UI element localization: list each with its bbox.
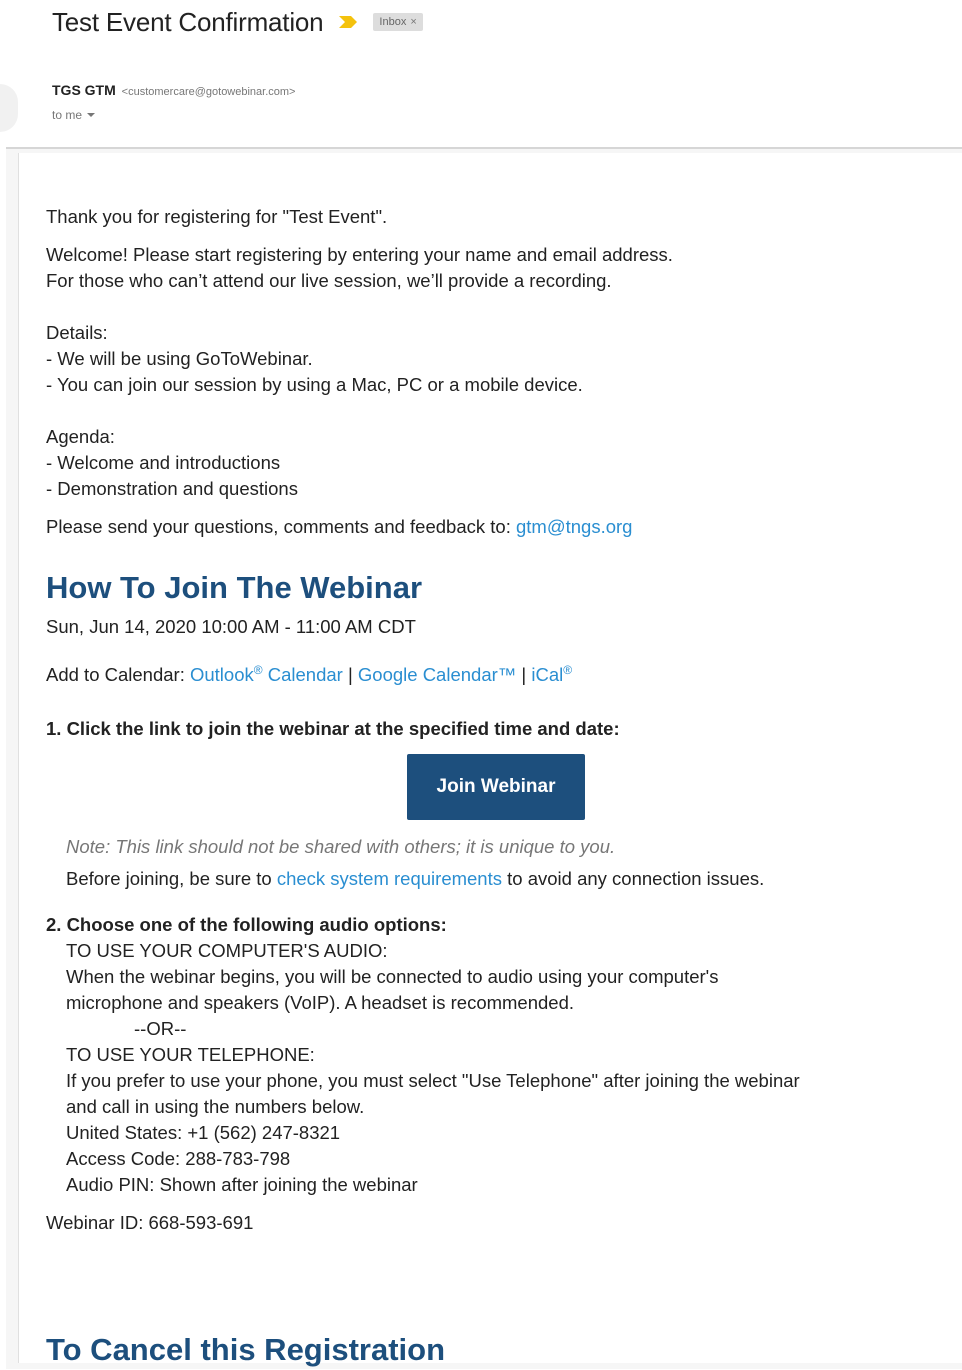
remove-label-icon[interactable]: × — [410, 16, 416, 28]
join-heading: How To Join The Webinar — [46, 570, 423, 605]
welcome-line-1: Welcome! Please start registering by ent… — [46, 244, 673, 265]
email-subject: Test Event Confirmation — [52, 6, 324, 37]
outlook-calendar-link[interactable]: Outlook® Calendar — [190, 664, 343, 685]
computer-audio-line-1: When the webinar begins, you will be con… — [66, 966, 719, 987]
audio-pin: Audio PIN: Shown after joining the webin… — [66, 1174, 418, 1195]
us-phone-number: United States: +1 (562) 247-8321 — [66, 1122, 341, 1143]
ical-link[interactable]: iCal® — [531, 664, 572, 685]
telephone-title: TO USE YOUR TELEPHONE: — [66, 1044, 315, 1065]
sender-avatar — [0, 84, 18, 132]
agenda-title: Agenda: — [46, 426, 115, 447]
sender-name: TGS GTM — [52, 82, 116, 98]
step-1-text: 1. Click the link to join the webinar at… — [46, 718, 620, 739]
feedback-text: Please send your questions, comments and… — [46, 516, 516, 537]
access-code: Access Code: 288-783-798 — [66, 1148, 291, 1169]
important-marker-icon[interactable] — [337, 14, 359, 30]
sender-email: <customercare@gotowebinar.com> — [121, 86, 296, 98]
message-body: Thank you for registering for "Test Even… — [46, 204, 946, 1236]
webinar-id: Webinar ID: 668-593-691 — [46, 1212, 254, 1233]
step-2-text: 2. Choose one of the following audio opt… — [46, 914, 447, 935]
calendar-separator: | — [342, 664, 358, 685]
email-header: Test Event Confirmation Inbox × — [52, 4, 423, 40]
thanks-text: Thank you for registering for "Test Even… — [46, 206, 388, 227]
join-webinar-button[interactable]: Join Webinar — [407, 754, 585, 820]
recipient-text: to me — [52, 108, 83, 122]
details-item-1: - We will be using GoToWebinar. — [46, 348, 313, 369]
feedback-email-link[interactable]: gtm@tngs.org — [516, 516, 632, 537]
unique-link-note: Note: This link should not be shared wit… — [66, 836, 616, 857]
google-calendar-link[interactable]: Google Calendar™ — [358, 664, 516, 685]
telephone-line-2: and call in using the numbers below. — [66, 1096, 365, 1117]
computer-audio-title: TO USE YOUR COMPUTER'S AUDIO: — [66, 940, 388, 961]
details-item-2: - You can join our session by using a Ma… — [46, 374, 583, 395]
feedback-line: Please send your questions, comments and… — [46, 514, 946, 540]
cancel-heading: To Cancel this Registration — [46, 1332, 446, 1367]
recipient-details-toggle[interactable]: to me — [52, 108, 96, 122]
system-requirements-link[interactable]: check system requirements — [277, 868, 502, 889]
chevron-down-icon[interactable] — [87, 113, 96, 117]
agenda-item-1: - Welcome and introductions — [46, 452, 281, 473]
inbox-label-badge[interactable]: Inbox × — [373, 13, 423, 31]
welcome-line-2: For those who can’t attend our live sess… — [46, 270, 612, 291]
add-to-calendar-line: Add to Calendar: Outlook® Calendar | Goo… — [46, 662, 946, 688]
details-title: Details: — [46, 322, 108, 343]
add-calendar-label: Add to Calendar: — [46, 664, 190, 685]
calendar-separator: | — [516, 664, 532, 685]
agenda-item-2: - Demonstration and questions — [46, 478, 298, 499]
system-requirements-line: Before joining, be sure to check system … — [66, 868, 765, 889]
sender-info: TGS GTM <customercare@gotowebinar.com> — [52, 82, 295, 98]
telephone-line-1: If you prefer to use your phone, you mus… — [66, 1070, 800, 1091]
computer-audio-line-2: microphone and speakers (VoIP). A headse… — [66, 992, 575, 1013]
or-separator: --OR-- — [134, 1018, 187, 1039]
event-datetime: Sun, Jun 14, 2020 10:00 AM - 11:00 AM CD… — [46, 616, 416, 637]
inbox-label-text: Inbox — [379, 16, 407, 28]
